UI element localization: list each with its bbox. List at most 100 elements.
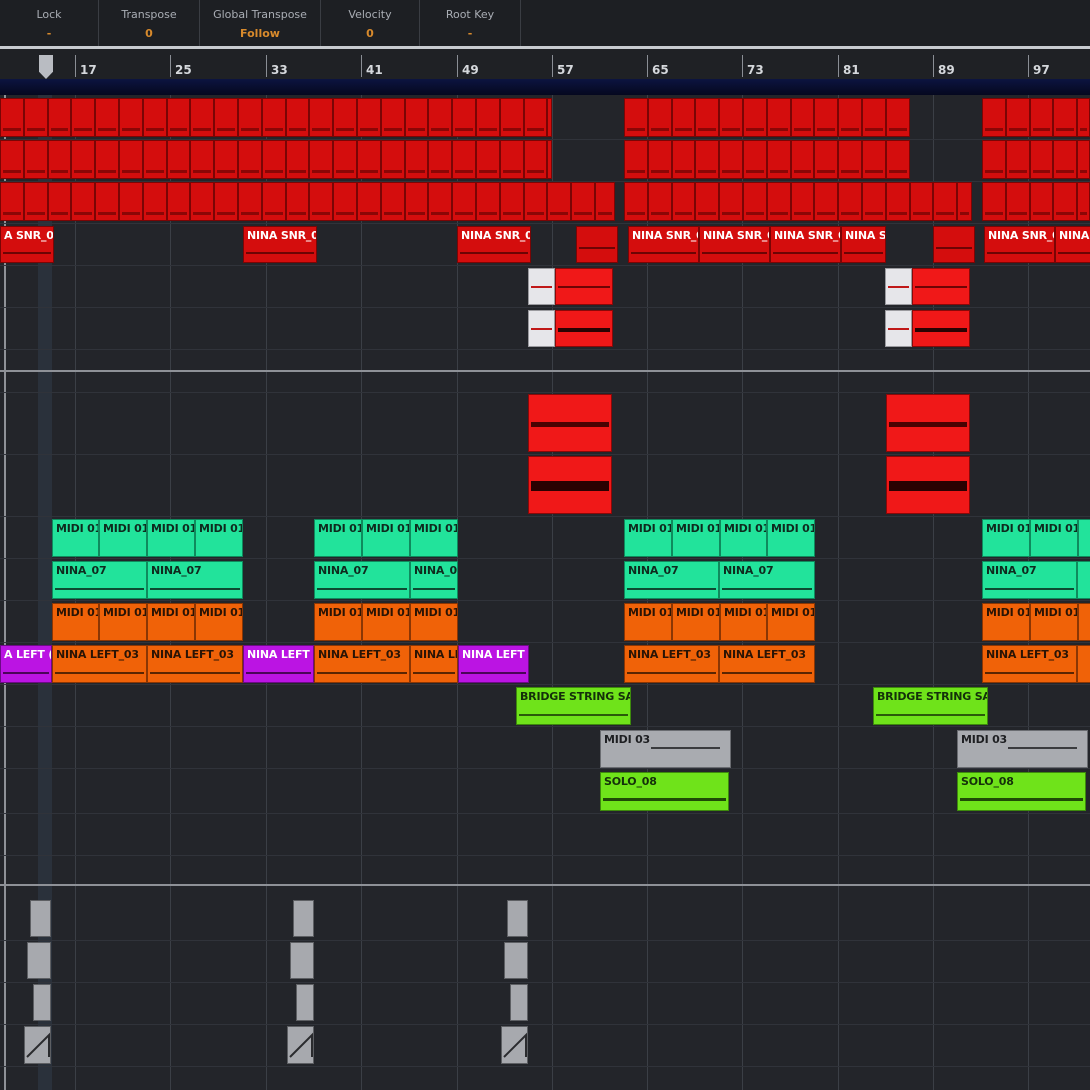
drum-event[interactable] <box>862 182 886 221</box>
automation-ramp-icon[interactable] <box>501 1026 528 1064</box>
audio-event-fx[interactable] <box>885 310 912 347</box>
drum-event[interactable] <box>47 98 72 137</box>
drum-event[interactable] <box>743 182 767 221</box>
midi-part[interactable]: MIDI 01 <box>767 603 815 641</box>
midi-part[interactable]: MIDI 01 <box>362 603 410 641</box>
audio-event-riser[interactable] <box>528 394 612 452</box>
drum-event[interactable] <box>909 182 934 221</box>
drum-event[interactable] <box>1053 98 1078 137</box>
drum-event[interactable] <box>695 98 720 137</box>
drum-event[interactable] <box>476 182 500 221</box>
drum-event[interactable] <box>476 140 500 179</box>
drum-event[interactable] <box>499 140 524 179</box>
drum-event[interactable] <box>95 98 119 137</box>
drum-event[interactable] <box>766 98 791 137</box>
drum-event[interactable] <box>766 140 791 179</box>
audio-event-snare[interactable] <box>576 226 618 263</box>
drum-event[interactable] <box>428 98 453 137</box>
drum-event[interactable] <box>838 182 862 221</box>
audio-event-snare[interactable] <box>933 226 975 263</box>
midi-part-gray[interactable]: MIDI 03 <box>600 730 731 768</box>
drum-event[interactable] <box>719 182 743 221</box>
drum-event[interactable] <box>743 98 767 137</box>
drum-event[interactable] <box>957 182 972 221</box>
drum-event[interactable] <box>190 182 215 221</box>
drum-event[interactable] <box>838 140 862 179</box>
drum-event[interactable] <box>982 98 1006 137</box>
drum-event[interactable] <box>595 182 615 221</box>
audio-event-snare[interactable]: NINA SNR_03 <box>457 226 531 263</box>
drum-event[interactable] <box>95 182 119 221</box>
info-lock-value[interactable]: - <box>0 27 98 40</box>
drum-event[interactable] <box>1077 98 1090 137</box>
drum-event[interactable] <box>547 182 572 221</box>
midi-part-gray[interactable]: MIDI 03 <box>957 730 1088 768</box>
drum-event[interactable] <box>190 98 215 137</box>
midi-part[interactable]: MIDI 01 <box>982 519 1030 557</box>
automation-ramp-icon[interactable] <box>24 1026 51 1064</box>
drum-event[interactable] <box>119 182 143 221</box>
drum-event[interactable] <box>0 182 24 221</box>
drum-event[interactable] <box>214 182 238 221</box>
automation-ramp-icon[interactable] <box>293 900 314 937</box>
automation-ramp-icon[interactable] <box>507 900 528 937</box>
drum-event[interactable] <box>357 98 381 137</box>
drum-event[interactable] <box>1029 98 1054 137</box>
drum-event[interactable] <box>285 140 310 179</box>
drum-event[interactable] <box>452 98 476 137</box>
audio-event-nina-left[interactable]: NINA LEFT_03 <box>719 645 815 683</box>
drum-event[interactable] <box>71 140 96 179</box>
drum-event[interactable] <box>214 140 238 179</box>
drum-event[interactable] <box>671 140 696 179</box>
midi-part[interactable]: MIDI 01 <box>672 519 720 557</box>
audio-event-riser[interactable] <box>528 456 612 514</box>
audio-event-nina07[interactable]: NINA_0 <box>410 561 458 599</box>
audio-event-snare[interactable]: NINA SNR_03 <box>243 226 317 263</box>
drum-event[interactable] <box>499 182 524 221</box>
audio-event-nina-left[interactable]: NINA LEFT_03 <box>982 645 1077 683</box>
drum-event[interactable] <box>885 98 910 137</box>
midi-part[interactable]: MIDI 01 <box>314 519 362 557</box>
info-transpose-value[interactable]: 0 <box>99 27 199 40</box>
midi-part[interactable]: MIDI 01 <box>410 603 458 641</box>
info-root-key-value[interactable]: - <box>420 27 520 40</box>
drum-event[interactable] <box>452 140 476 179</box>
drum-event[interactable] <box>1029 140 1054 179</box>
audio-event-riser[interactable] <box>886 394 970 452</box>
drum-event[interactable] <box>238 140 262 179</box>
midi-part[interactable]: MIDI 01 <box>720 603 767 641</box>
loop-range-strip[interactable] <box>0 79 1090 95</box>
midi-part[interactable]: MIDI 01 <box>99 603 147 641</box>
drum-event[interactable] <box>476 98 500 137</box>
audio-event-fx[interactable] <box>912 268 970 305</box>
midi-part[interactable]: MIDI 01 <box>624 519 672 557</box>
drum-event[interactable] <box>309 140 334 179</box>
audio-event-nina07[interactable]: NINA_07 <box>147 561 243 599</box>
audio-event-nina-left[interactable]: NINA LEFT_03 <box>314 645 410 683</box>
drum-event[interactable] <box>719 140 743 179</box>
automation-ramp-icon[interactable] <box>504 942 528 979</box>
audio-event-bridge[interactable]: BRIDGE STRING SAW <box>516 687 631 725</box>
drum-event[interactable] <box>1005 140 1030 179</box>
drum-event[interactable] <box>814 140 839 179</box>
midi-part[interactable] <box>1078 603 1090 641</box>
drum-event[interactable] <box>885 140 910 179</box>
automation-ramp-icon[interactable] <box>296 984 314 1021</box>
drum-event[interactable] <box>261 182 286 221</box>
drum-event[interactable] <box>743 140 767 179</box>
drum-event[interactable] <box>333 98 357 137</box>
audio-event-snare[interactable]: NINA SNR_0 <box>628 226 699 263</box>
midi-part[interactable]: MIDI 01 <box>982 603 1030 641</box>
drum-event[interactable] <box>790 140 815 179</box>
drum-event[interactable] <box>1053 182 1078 221</box>
drum-event[interactable] <box>142 140 167 179</box>
drum-event[interactable] <box>309 182 334 221</box>
midi-part[interactable]: MIDI 01 <box>99 519 147 557</box>
drum-event[interactable] <box>982 182 1006 221</box>
audio-event-snare[interactable]: NINA S <box>841 226 886 263</box>
info-global-transpose[interactable]: Global Transpose Follow <box>200 0 321 46</box>
drum-event[interactable] <box>71 182 96 221</box>
drum-event[interactable] <box>499 98 524 137</box>
drum-event[interactable] <box>862 140 886 179</box>
drum-event[interactable] <box>547 140 552 179</box>
